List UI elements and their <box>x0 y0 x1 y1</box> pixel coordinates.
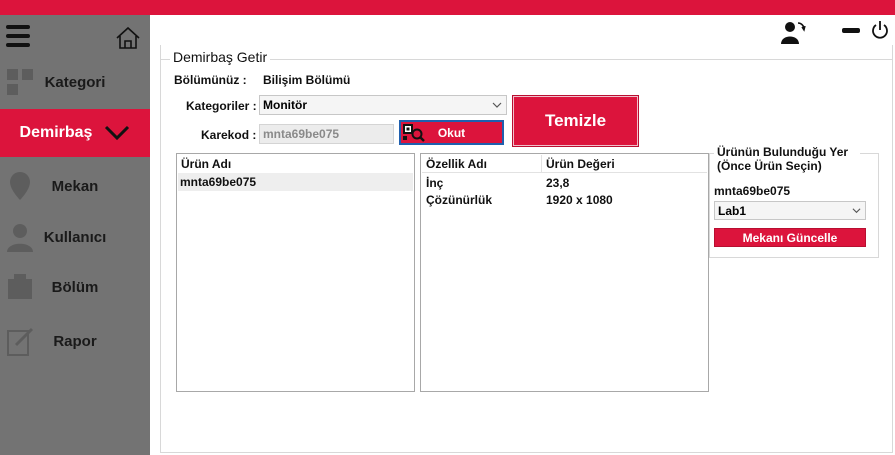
table-cell: İnç <box>426 176 444 190</box>
top-accent-bar <box>0 0 895 15</box>
urun-list-header: Ürün Adı <box>181 157 232 171</box>
menu-icon[interactable] <box>6 25 30 47</box>
column-header: Özellik Adı <box>426 157 487 171</box>
kategori-label: Kategoriler : <box>186 99 257 113</box>
qr-scan-icon <box>403 124 425 142</box>
location-selected: Lab1 <box>718 204 747 218</box>
ozellik-table[interactable]: Özellik Adı Ürün Değeri İnç 23,8 Çözünür… <box>420 153 709 392</box>
power-icon[interactable] <box>870 20 890 40</box>
chevron-down-icon <box>105 125 130 141</box>
header-divider <box>422 172 707 173</box>
sidebar-item-label: Mekan <box>51 177 99 195</box>
minimize-icon[interactable] <box>842 28 860 33</box>
department-icon <box>8 274 32 299</box>
column-divider <box>541 155 542 172</box>
location-title: Ürünün Bulunduğu Yer (Önce Ürün Seçin) <box>714 145 860 173</box>
table-cell: 1920 x 1080 <box>546 193 613 207</box>
table-cell: 23,8 <box>546 176 570 190</box>
mekan-guncelle-button[interactable]: Mekanı Güncelle <box>714 228 866 247</box>
location-select[interactable]: Lab1 <box>714 201 866 220</box>
table-cell: Çözünürlük <box>426 193 492 207</box>
sidebar-item-label: Bölüm <box>51 278 99 296</box>
okut-button[interactable]: Okut <box>399 120 504 145</box>
sidebar-item-kategori[interactable]: Kategori <box>0 58 150 106</box>
sidebar-item-label: Demirbaş <box>19 124 93 141</box>
sidebar-item-label: Rapor <box>53 332 97 350</box>
sidebar-item-mekan[interactable]: Mekan <box>0 162 150 210</box>
chevron-down-icon <box>852 208 861 214</box>
sidebar-item-kullanici[interactable]: Kullanıcı <box>0 213 150 261</box>
temizle-button[interactable]: Temizle <box>512 95 639 147</box>
karekod-input[interactable]: mnta69be075 <box>259 124 394 144</box>
report-icon <box>7 327 34 356</box>
location-icon <box>10 172 30 200</box>
list-item[interactable]: mnta69be075 <box>178 173 413 191</box>
bolum-value: Bilişim Bölümü <box>263 73 351 87</box>
chevron-down-icon <box>492 102 502 108</box>
group-title: Demirbaş Getir <box>170 49 271 65</box>
urun-list[interactable]: Ürün Adı mnta69be075 <box>176 153 415 392</box>
karekod-label: Karekod : <box>201 128 257 142</box>
kategori-selected: Monitör <box>263 98 307 112</box>
okut-label: Okut <box>437 125 466 140</box>
sidebar-item-rapor[interactable]: Rapor <box>0 317 150 365</box>
switch-user-icon[interactable] <box>778 20 806 46</box>
bolum-label: Bölümünüz : <box>174 73 247 87</box>
category-icon <box>7 69 33 95</box>
home-icon[interactable] <box>115 25 141 51</box>
sidebar: Kategori Demirbaş Mekan Kullanıcı Bölüm … <box>0 15 150 455</box>
kategori-select[interactable]: Monitör <box>259 95 507 115</box>
user-icon <box>7 224 33 252</box>
sidebar-item-bolum[interactable]: Bölüm <box>0 263 150 311</box>
sidebar-item-label: Kategori <box>44 73 106 91</box>
sidebar-item-label: Kullanıcı <box>43 228 107 246</box>
sidebar-item-demirbas[interactable]: Demirbaş <box>0 109 150 157</box>
location-product-code: mnta69be075 <box>714 184 791 198</box>
column-header: Ürün Değeri <box>546 157 615 171</box>
